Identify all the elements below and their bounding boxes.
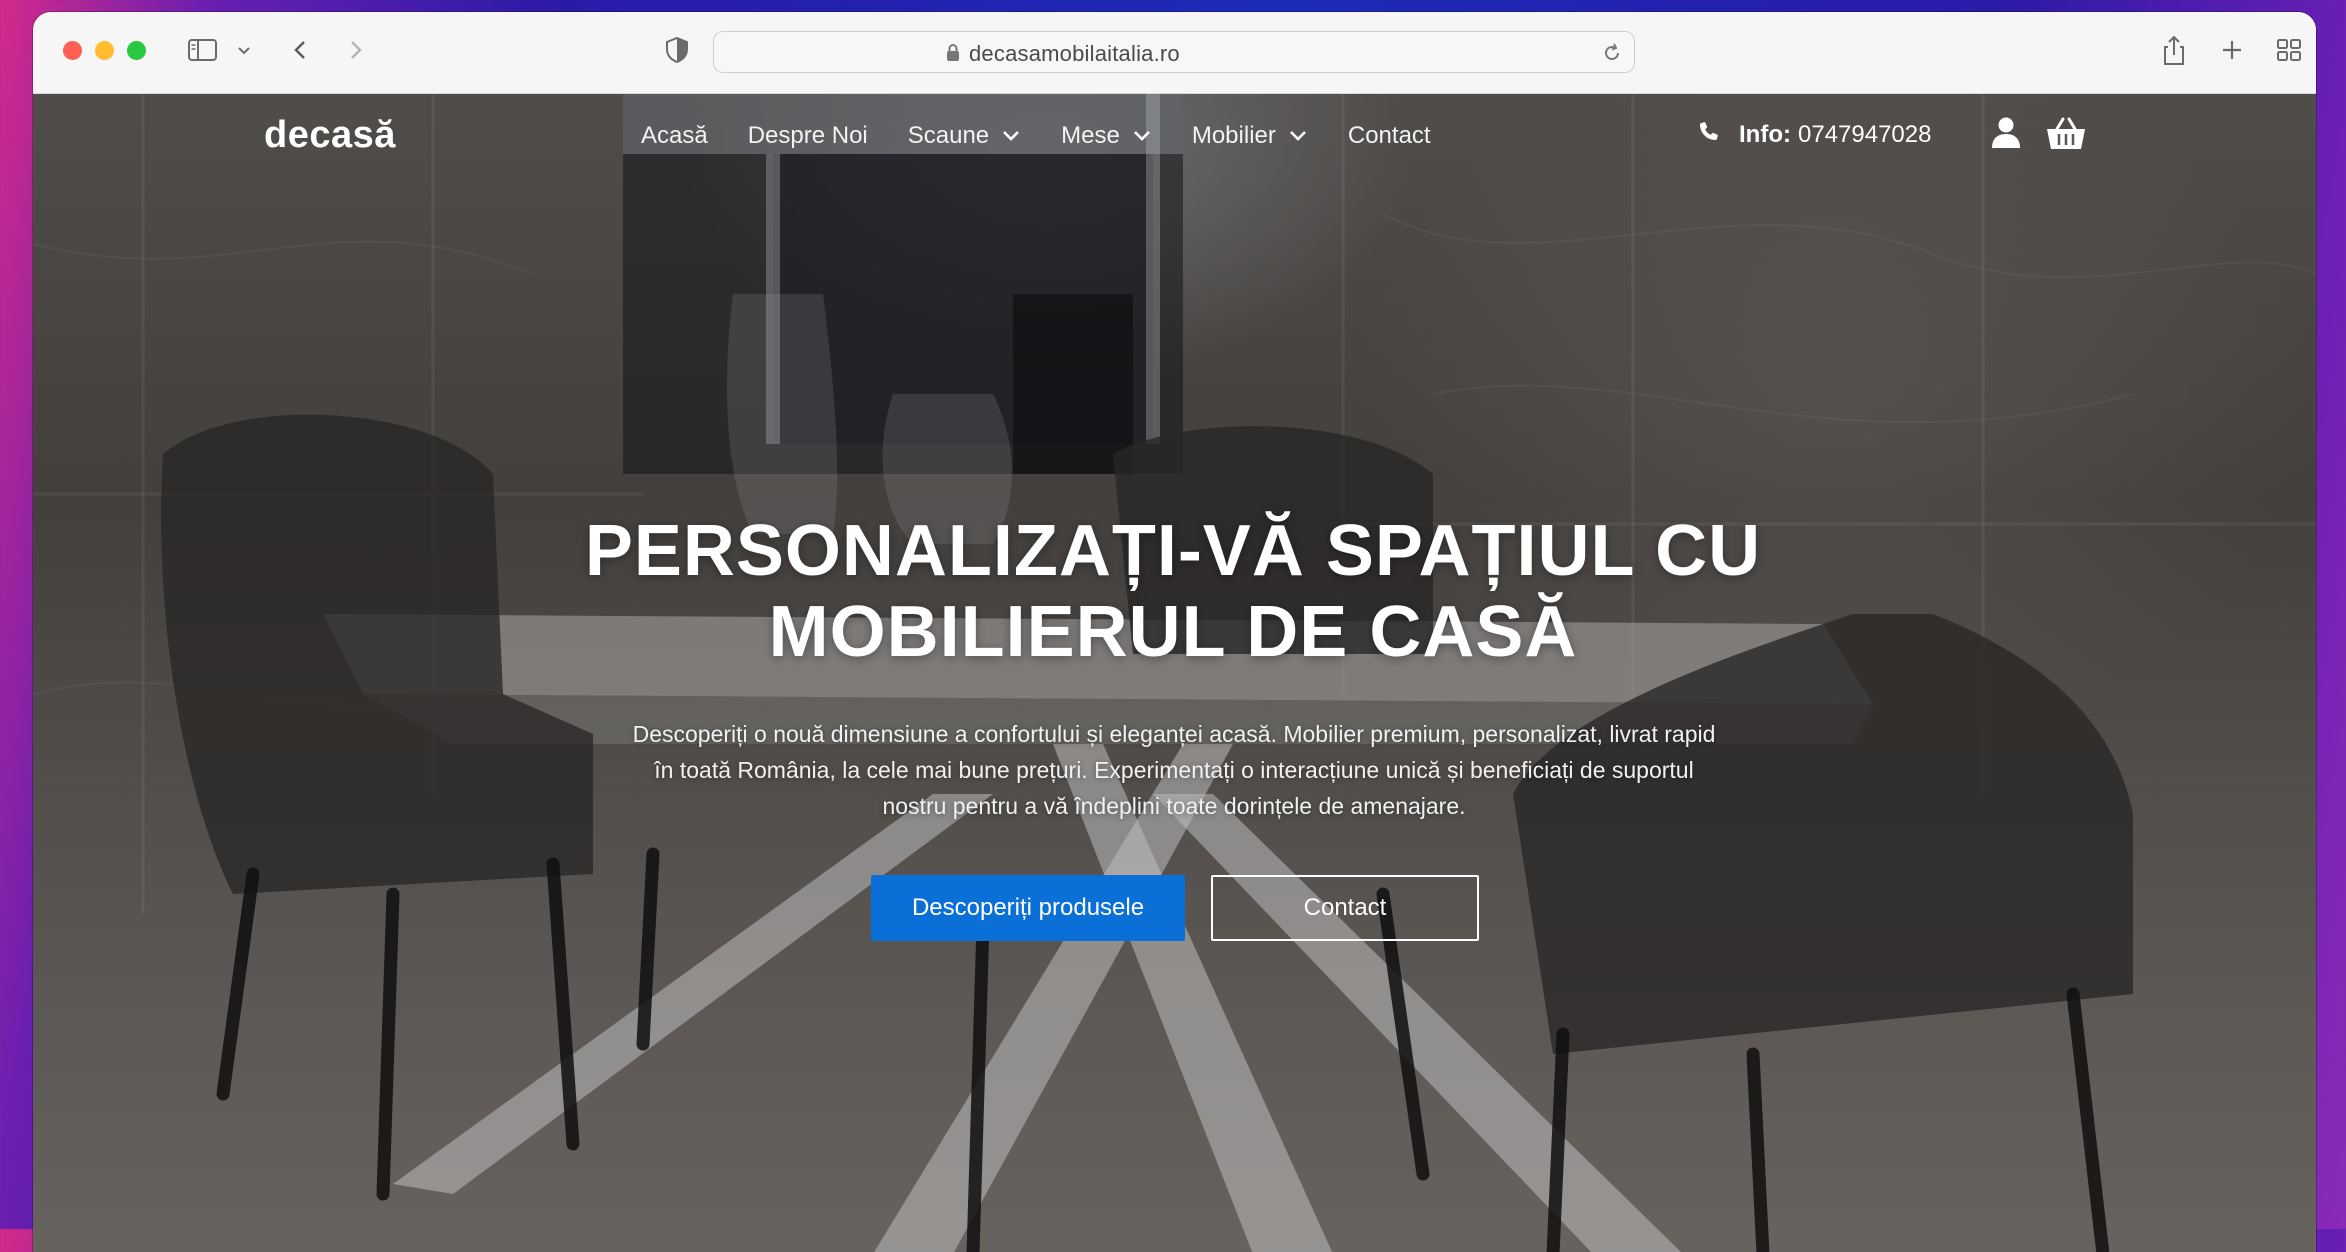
sidebar-toggle-icon[interactable] (187, 34, 219, 71)
nav-item-mobilier[interactable]: Mobilier (1192, 116, 1308, 156)
hero-description-line: Descoperiți o nouă dimensiune a confortu… (632, 721, 1716, 747)
info-label: Info: (1739, 120, 1791, 148)
nav-label: Scaune (907, 122, 990, 149)
hero-title-line: MOBILIERUL DE CASĂ (768, 592, 1578, 672)
privacy-shield-icon[interactable] (661, 34, 693, 71)
close-window-button[interactable] (63, 41, 82, 60)
hero-overlay (33, 94, 2316, 1252)
share-icon[interactable] (2158, 34, 2190, 73)
info-phone-number: 0747947028 (1797, 120, 1932, 148)
forward-icon[interactable] (339, 34, 371, 71)
phone-icon (1697, 119, 1721, 150)
website: decasă Acasă Despre Noi Scaune Mese Mobi… (33, 94, 2316, 1252)
browser-toolbar: decasamobilaitalia.ro (33, 12, 2316, 94)
nav-label: Acasă (641, 122, 708, 149)
url-text: decasamobilaitalia.ro (969, 41, 1180, 66)
nav-item-despre-noi[interactable]: Despre Noi (748, 116, 868, 156)
nav-label: Mese (1061, 122, 1120, 149)
reload-icon[interactable] (1600, 41, 1624, 70)
hero-title: PERSONALIZAȚI-VĂ SPAȚIUL CU MOBILIERUL D… (373, 511, 1973, 673)
lock-icon (945, 43, 961, 68)
discover-products-button[interactable]: Descoperiți produsele (871, 875, 1185, 941)
contact-button[interactable]: Contact (1211, 875, 1479, 941)
nav-item-contact[interactable]: Contact (1348, 116, 1431, 156)
nav-label: Despre Noi (747, 122, 868, 149)
user-account-icon[interactable] (1988, 114, 2024, 155)
chevron-down-icon (1132, 122, 1152, 150)
back-icon[interactable] (285, 34, 317, 71)
browser-window: decasamobilaitalia.ro decasă Acasă Despr… (33, 12, 2316, 1252)
phone-info[interactable]: Info: 0747947028 (1697, 119, 1931, 150)
nav-label: Contact (1347, 122, 1431, 149)
address-bar[interactable]: decasamobilaitalia.ro (713, 31, 1635, 73)
new-tab-icon[interactable] (2216, 34, 2248, 71)
hero-title-line: PERSONALIZAȚI-VĂ SPAȚIUL CU (584, 511, 1762, 591)
nav-item-mese[interactable]: Mese (1061, 116, 1152, 156)
nav-label: Mobilier (1191, 122, 1276, 149)
hero-description-line: nostru pentru a vă îndeplini toate dorin… (882, 793, 1466, 819)
site-logo[interactable]: decasă (264, 114, 396, 157)
nav-item-scaune[interactable]: Scaune (908, 116, 1021, 156)
nav-item-acasa[interactable]: Acasă (641, 116, 708, 156)
main-navigation: Acasă Despre Noi Scaune Mese Mobilier Co… (641, 116, 1471, 156)
shopping-basket-icon[interactable] (2045, 116, 2087, 157)
zoom-window-button[interactable] (127, 41, 146, 60)
chevron-down-icon[interactable] (234, 34, 254, 71)
minimize-window-button[interactable] (95, 41, 114, 60)
chevron-down-icon (1001, 122, 1021, 150)
hero-description-line: în toată România, la cele mai bune prețu… (654, 757, 1694, 783)
hero-description: Descoperiți o nouă dimensiune a confortu… (599, 716, 1749, 824)
tab-overview-icon[interactable] (2273, 34, 2305, 71)
chevron-down-icon (1288, 122, 1308, 150)
